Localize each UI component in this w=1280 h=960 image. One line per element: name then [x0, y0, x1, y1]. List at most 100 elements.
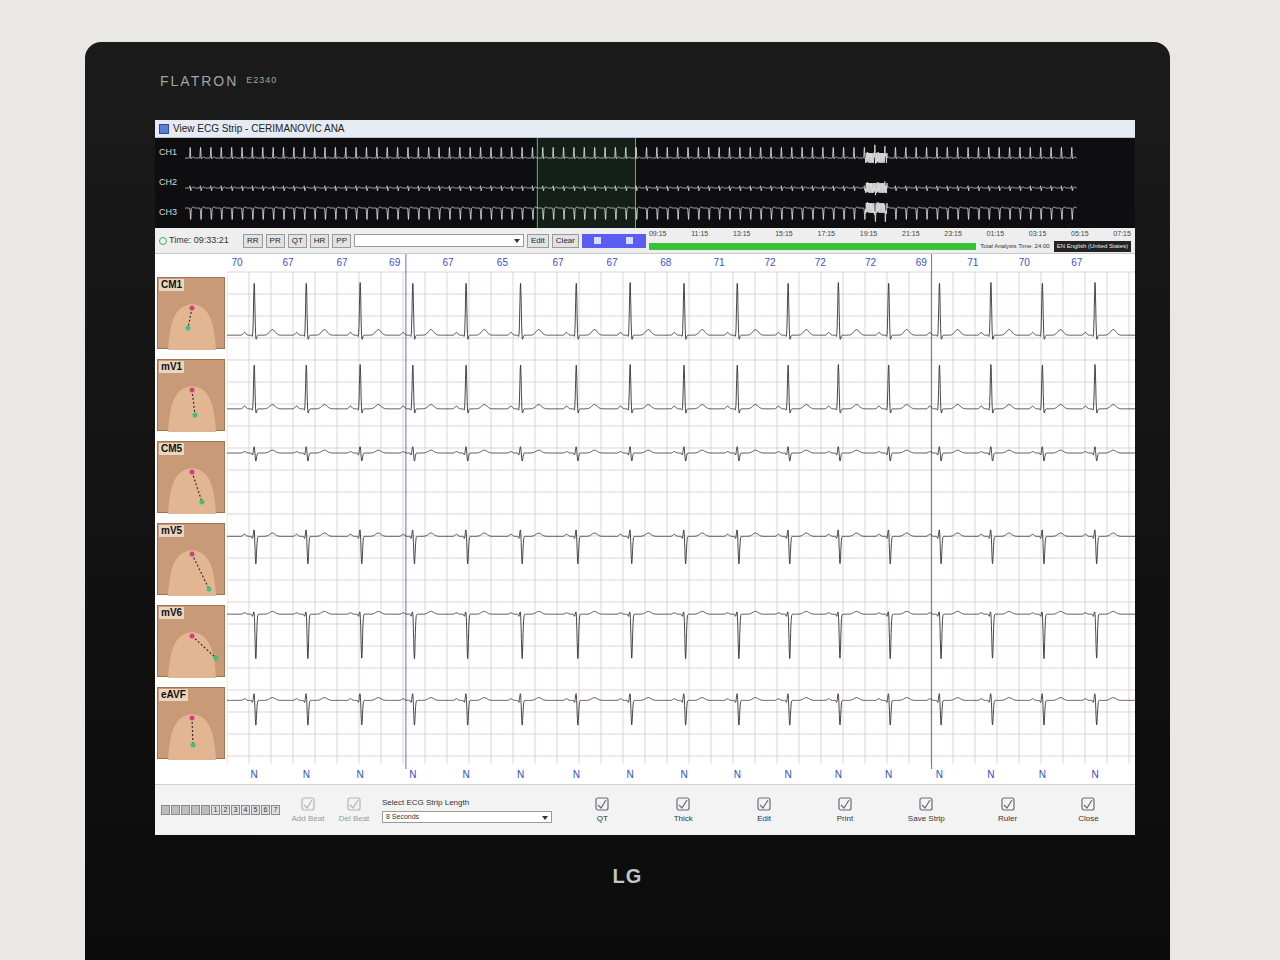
page-button[interactable]: 1 [211, 805, 220, 815]
qt-button[interactable]: QT [288, 234, 307, 248]
lead-trace [227, 365, 1135, 414]
overview-trace[interactable] [185, 138, 1077, 228]
beat-label[interactable]: N [734, 769, 741, 780]
strip-marker [405, 254, 406, 769]
page-button[interactable]: 4 [241, 805, 250, 815]
grid-line [227, 338, 1135, 339]
tool-label: Save Strip [908, 813, 945, 825]
save-strip-button[interactable]: Save Strip [908, 796, 945, 825]
timeline-tick: 15:15 [775, 229, 793, 240]
timeline-row: Total Analysis Time: 24:00EN English (Un… [649, 241, 1131, 252]
rr-button[interactable]: RR [243, 234, 263, 248]
page-slot [191, 805, 200, 815]
beat-label[interactable]: N [303, 769, 310, 780]
electrode-line-icon [192, 718, 193, 745]
close-icon-body [1082, 798, 1094, 810]
page-button[interactable]: 6 [261, 805, 270, 815]
qt-icon-body [596, 798, 608, 810]
beat-label[interactable]: N [1039, 769, 1046, 780]
button-label: PP [336, 236, 347, 245]
heart-rate-value: 69 [389, 257, 401, 268]
beat-label[interactable]: N [627, 769, 634, 780]
strip-length-label: Select ECG Strip Length [382, 797, 552, 809]
edit-icon [756, 796, 772, 812]
lead-placement: mV1 [157, 359, 225, 431]
thick-icon-mark [679, 800, 687, 808]
timeline-fill [649, 243, 976, 250]
tool-label: Print [837, 813, 853, 825]
monitor-brand: FLATRON [160, 71, 238, 92]
beat-label[interactable]: N [680, 769, 687, 780]
grid-line [227, 382, 1135, 383]
close-button[interactable]: Close [1070, 796, 1106, 825]
hr-button[interactable]: HR [310, 234, 330, 248]
beat-label[interactable]: N [835, 769, 842, 780]
channel-trace [185, 202, 1077, 222]
beat-label[interactable]: N [785, 769, 792, 780]
electrode-line-icon [192, 554, 209, 589]
qt-button[interactable]: QT [584, 796, 620, 825]
timeline-ticks: 09:1511:1513:1515:1517:1519:1521:1523:15… [649, 229, 1131, 240]
ruler-button[interactable]: Ruler [990, 796, 1026, 825]
page-slot [161, 805, 170, 815]
button-label: RR [247, 236, 259, 245]
beat-label[interactable]: N [936, 769, 943, 780]
clear-button[interactable]: Clear [552, 234, 579, 248]
grid-line [227, 646, 1135, 647]
torso-shape-icon [168, 714, 216, 760]
pp-button[interactable]: PP [332, 234, 351, 248]
tool-group: QT Thick Edit Print Save Strip Ruler Close [562, 796, 1129, 825]
beat-label[interactable]: N [462, 769, 469, 780]
channel-dropdown[interactable] [354, 234, 524, 247]
strip-length-select[interactable]: 8 Seconds [382, 811, 552, 824]
heart-rate-value: 67 [283, 257, 295, 268]
beat-label[interactable]: N [251, 769, 258, 780]
toolbar: Time: 09:33:21RRPRQTHRPPEditClear09:1511… [155, 228, 1135, 254]
del-beat-icon [346, 796, 362, 812]
beat-label[interactable]: N [573, 769, 580, 780]
edit-button[interactable]: Edit [527, 234, 549, 248]
dropdown-arrow-icon [514, 239, 520, 243]
beat-label[interactable]: N [987, 769, 994, 780]
save-strip-icon-mark [922, 800, 930, 808]
page-button[interactable]: 3 [231, 805, 240, 815]
beat-label[interactable]: N [517, 769, 524, 780]
timeline[interactable]: 09:1511:1513:1515:1517:1519:1521:1523:15… [649, 229, 1131, 252]
view-selector[interactable] [582, 234, 646, 248]
beat-label[interactable]: N [885, 769, 892, 780]
heart-rate-value: 72 [815, 257, 827, 268]
add-beat-button[interactable]: Add Beat [290, 796, 326, 825]
pr-button[interactable]: PR [266, 234, 285, 248]
lead-label: mV6 [159, 607, 184, 619]
qt-icon-mark [598, 800, 606, 808]
language-indicator[interactable]: EN English (United States) [1054, 241, 1131, 252]
heart-rate-value: 67 [553, 257, 565, 268]
page-button[interactable]: 2 [221, 805, 230, 815]
grid-line [227, 294, 1135, 295]
page-button[interactable]: 7 [271, 805, 280, 815]
del-beat-button[interactable]: Del Beat [336, 796, 372, 825]
thick-button[interactable]: Thick [665, 796, 701, 825]
timeline-tick: 05:15 [1071, 229, 1089, 240]
add-beat-icon-body [302, 798, 314, 810]
ecg-chart: CM1mV1CM5mV5mV6eAVF 70N67N67N69N67N65N67… [155, 254, 1135, 784]
timeline-tick: 21:15 [902, 229, 920, 240]
overview-strip: CH1CH2CH3 [155, 138, 1135, 228]
edit-button[interactable]: Edit [746, 796, 782, 825]
beat-label[interactable]: N [1091, 769, 1098, 780]
lead-trace [227, 530, 1135, 564]
beat-label[interactable]: N [357, 769, 364, 780]
timeline-tick: 07:15 [1113, 229, 1131, 240]
qt-icon [594, 796, 610, 812]
lead-trace [227, 447, 1135, 461]
ecg-traces[interactable]: 70N67N67N69N67N65N67N67N68N71N72N72N72N6… [227, 254, 1135, 784]
grid-line [227, 602, 1135, 603]
close-icon-mark [1084, 800, 1092, 808]
overview-labels: CH1CH2CH3 [155, 138, 185, 228]
beat-label[interactable]: N [409, 769, 416, 780]
timeline-track [649, 243, 976, 250]
grid-line [227, 690, 1135, 691]
lead-row: mV5 [155, 518, 227, 600]
print-button[interactable]: Print [827, 796, 863, 825]
page-button[interactable]: 5 [251, 805, 260, 815]
